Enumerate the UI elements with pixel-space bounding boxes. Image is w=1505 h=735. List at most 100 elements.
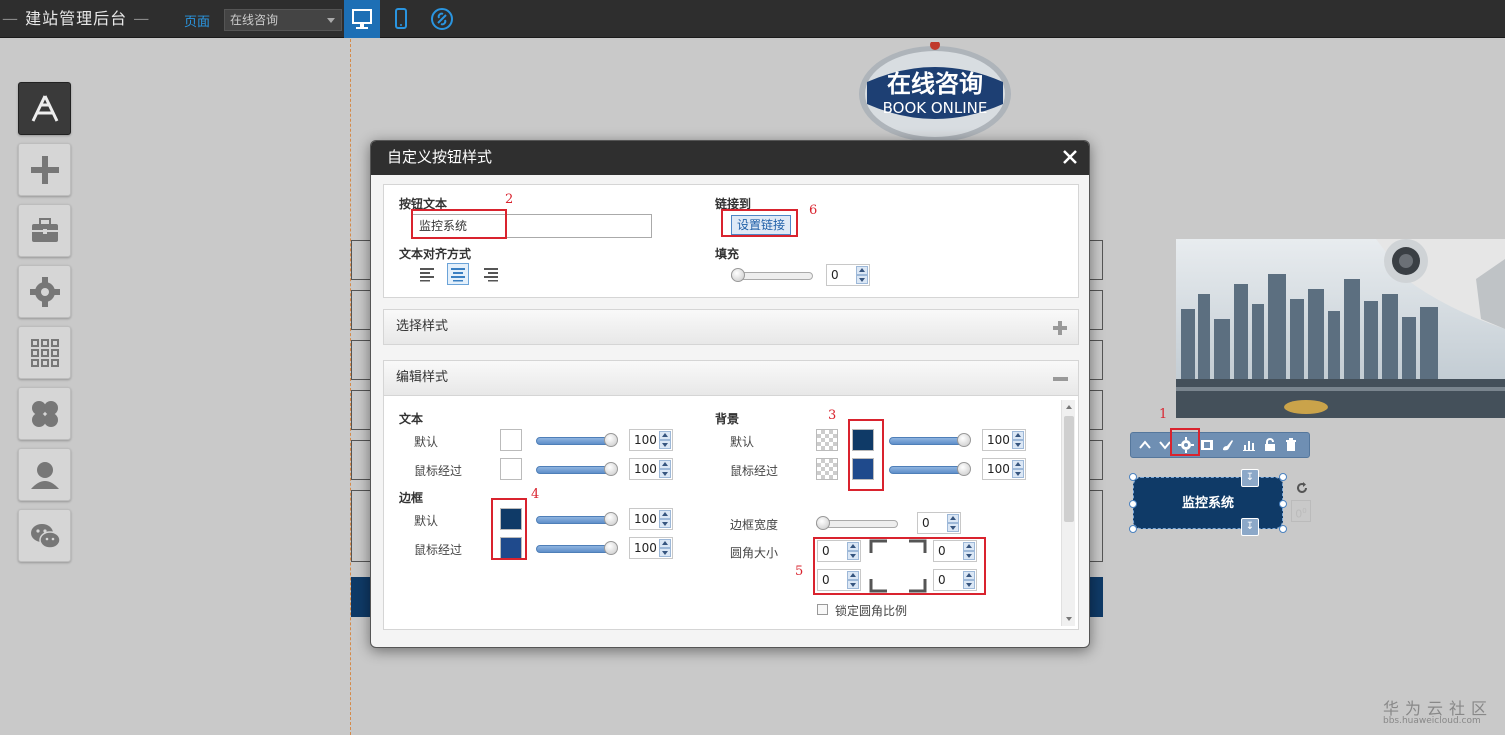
annotation-box-5: [813, 537, 986, 595]
resize-handle[interactable]: [1129, 473, 1137, 481]
text-default-opacity-spinner[interactable]: 100: [629, 429, 673, 451]
align-right-icon: [484, 268, 498, 282]
text-default-color[interactable]: [500, 429, 522, 451]
app-title: — 建站管理后台 —: [2, 9, 151, 28]
padding-spinner[interactable]: 0: [826, 264, 870, 286]
dialog-title: 自定义按钮样式: [387, 148, 493, 166]
scroll-up-icon[interactable]: [1065, 403, 1073, 411]
slider-fill: [889, 437, 965, 445]
plus-icon: [31, 156, 59, 184]
lock-ratio-label: 锁定圆角比例: [835, 604, 908, 618]
city-camera-photo[interactable]: [1176, 239, 1505, 418]
move-up-icon[interactable]: [1137, 437, 1153, 453]
edit-style-section[interactable]: 编辑样式: [383, 360, 1079, 396]
bar-chart-icon[interactable]: [1241, 437, 1257, 453]
rotate-icon[interactable]: [1294, 480, 1310, 496]
lock-ratio-checkbox[interactable]: [817, 604, 828, 615]
annotation-number-5: 5: [795, 564, 804, 579]
book-online-logo[interactable]: 在线咨询 BOOK ONLINE: [857, 40, 1013, 142]
slider-knob[interactable]: [957, 462, 971, 476]
sidebar-settings-button[interactable]: [18, 265, 71, 318]
scroll-down-icon[interactable]: [1065, 615, 1073, 623]
border-hover-opacity-slider[interactable]: [536, 541, 618, 555]
align-right-button[interactable]: [480, 263, 502, 285]
rotation-angle[interactable]: 00: [1291, 500, 1311, 522]
padding-slider[interactable]: [731, 268, 813, 282]
sidebar-app-store-button[interactable]: [18, 82, 71, 135]
bg-hover-opacity-spinner[interactable]: 100: [982, 458, 1026, 480]
bg-default-label: 默认: [730, 435, 755, 449]
sidebar-wechat-button[interactable]: [18, 509, 71, 562]
slider-knob[interactable]: [604, 512, 618, 526]
bg-default-opacity-slider[interactable]: [889, 433, 971, 447]
edit-style-scrollbar[interactable]: [1061, 400, 1075, 626]
dialog-header: 自定义按钮样式: [371, 141, 1089, 175]
border-width-slider[interactable]: [816, 516, 898, 530]
trash-icon[interactable]: [1283, 437, 1299, 453]
slider-knob[interactable]: [604, 541, 618, 555]
bg-hover-label: 鼠标经过: [730, 464, 779, 478]
plus-icon[interactable]: [1052, 320, 1068, 336]
brush-icon[interactable]: [1220, 437, 1236, 453]
resize-handle[interactable]: [1129, 500, 1137, 508]
film-icon[interactable]: [1199, 437, 1215, 453]
padding-value: 0: [831, 268, 839, 282]
logo-line2: BOOK ONLINE: [882, 99, 988, 117]
minus-icon[interactable]: [1052, 371, 1068, 387]
border-hover-opacity-spinner[interactable]: 100: [629, 537, 673, 559]
border-width-spinner[interactable]: 0: [917, 512, 961, 534]
resize-handle[interactable]: [1129, 525, 1137, 533]
sidebar-toolbox-button[interactable]: [18, 204, 71, 257]
slider-knob[interactable]: [731, 268, 745, 282]
resize-top-tab[interactable]: ↧: [1241, 469, 1259, 487]
sidebar-modules-button[interactable]: [18, 387, 71, 440]
sidebar-grid-button[interactable]: [18, 326, 71, 379]
slider-fill: [536, 545, 612, 553]
gear-icon: [30, 277, 60, 307]
link-view-button[interactable]: [424, 0, 460, 38]
resize-handle[interactable]: [1279, 500, 1287, 508]
text-default-opacity-slider[interactable]: [536, 433, 618, 447]
mobile-view-button[interactable]: [383, 0, 419, 38]
bg-hover-opacity-slider[interactable]: [889, 462, 971, 476]
text-hover-opacity-slider[interactable]: [536, 462, 618, 476]
scrollbar-thumb[interactable]: [1064, 416, 1074, 522]
slider-knob[interactable]: [604, 433, 618, 447]
watermark-url: bbs.huaweicloud.com: [1383, 716, 1481, 726]
resize-handle[interactable]: [1279, 473, 1287, 481]
desktop-view-button[interactable]: [344, 0, 380, 38]
text-hover-opacity-spinner[interactable]: 100: [629, 458, 673, 480]
slider-fill: [536, 437, 612, 445]
sidebar-add-button[interactable]: [18, 143, 71, 196]
close-icon[interactable]: [1061, 148, 1079, 166]
text-hover-color[interactable]: [500, 458, 522, 480]
background-section-label: 背景: [715, 412, 740, 426]
bg-hover-transparent[interactable]: [816, 458, 838, 480]
sidebar-user-button[interactable]: [18, 448, 71, 501]
slider-knob[interactable]: [957, 433, 971, 447]
city-skyline-image: [1176, 239, 1505, 418]
canvas-monitor-button[interactable]: 监控系统: [1133, 477, 1283, 529]
slider-knob[interactable]: [816, 516, 830, 530]
bg-default-transparent[interactable]: [816, 429, 838, 451]
resize-handle[interactable]: [1279, 525, 1287, 533]
page-select[interactable]: 在线咨询: [224, 9, 342, 31]
page-label: 页面: [184, 15, 211, 30]
border-default-label: 默认: [414, 514, 439, 528]
choose-style-title: 选择样式: [396, 319, 449, 334]
choose-style-section[interactable]: 选择样式: [383, 309, 1079, 345]
spinner-value: 100: [634, 433, 657, 447]
slider-knob[interactable]: [604, 462, 618, 476]
border-default-opacity-slider[interactable]: [536, 512, 618, 526]
padding-label: 填充: [715, 247, 740, 261]
align-center-button[interactable]: [447, 263, 469, 285]
slider-fill: [889, 466, 965, 474]
resize-bottom-tab[interactable]: ↧: [1241, 518, 1259, 536]
lock-icon[interactable]: [1262, 437, 1278, 453]
align-left-button[interactable]: [416, 263, 438, 285]
slider-fill: [536, 516, 612, 524]
border-section-label: 边框: [399, 491, 424, 505]
border-default-opacity-spinner[interactable]: 100: [629, 508, 673, 530]
spinner-value: 100: [634, 462, 657, 476]
bg-default-opacity-spinner[interactable]: 100: [982, 429, 1026, 451]
